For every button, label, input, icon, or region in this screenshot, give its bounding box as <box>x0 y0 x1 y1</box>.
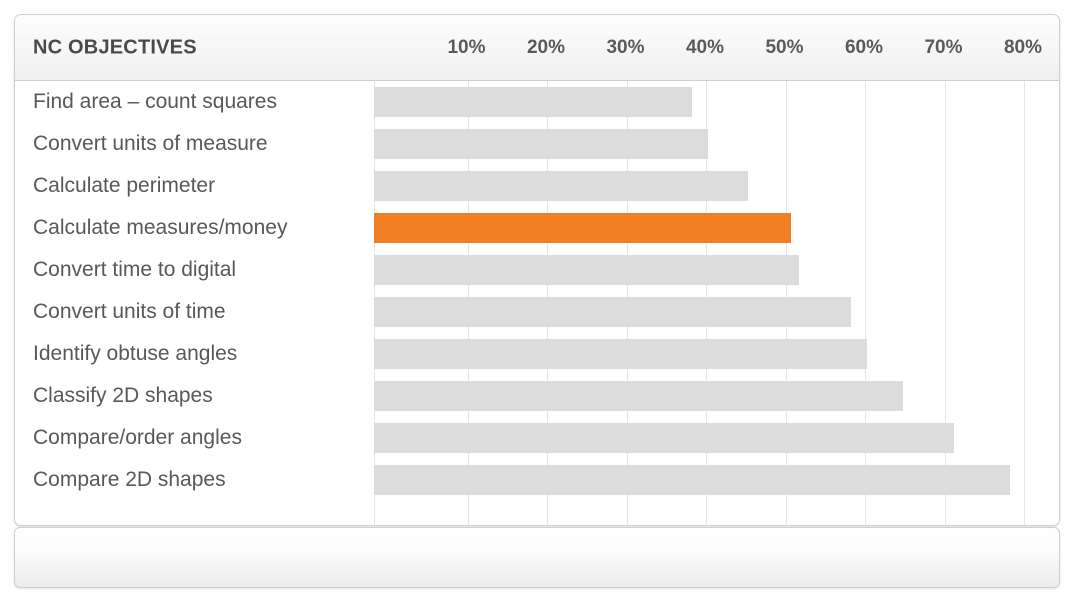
axis-tick-40: 40% <box>686 37 724 59</box>
bar[interactable] <box>374 297 851 327</box>
bar-category-label: Compare/order angles <box>33 426 242 450</box>
chart-row[interactable]: Convert units of time <box>15 291 1059 333</box>
axis-tick-60: 60% <box>845 37 883 59</box>
bar[interactable] <box>374 423 954 453</box>
axis-tick-20: 20% <box>527 37 565 59</box>
bar[interactable] <box>374 129 708 159</box>
axis-tick-80: 80% <box>1004 37 1042 59</box>
bar-category-label: Calculate measures/money <box>33 216 287 240</box>
bar-category-label: Convert units of time <box>33 300 226 324</box>
axis-tick-labels: 10% 20% 30% 40% 50% 60% 70% 80% <box>374 15 1059 80</box>
chart-header: NC OBJECTIVES 10% 20% 30% 40% 50% 60% 70% 80% <box>15 15 1059 81</box>
chart-row[interactable]: Find area – count squares <box>15 81 1059 123</box>
chart-row[interactable]: Convert units of measure <box>15 123 1059 165</box>
bar-rows: Find area – count squares Convert units o… <box>15 81 1059 525</box>
page-title: NC OBJECTIVES <box>33 36 197 59</box>
screen-root: NC OBJECTIVES 10% 20% 30% 40% 50% 60% 70% 80% F… <box>0 0 1076 604</box>
bar-highlighted[interactable] <box>374 213 791 243</box>
axis-tick-30: 30% <box>606 37 644 59</box>
bar-category-label: Find area – count squares <box>33 90 277 114</box>
chart-row[interactable]: Identify obtuse angles <box>15 333 1059 375</box>
bar-category-label: Classify 2D shapes <box>33 384 213 408</box>
bar-category-label: Calculate perimeter <box>33 174 215 198</box>
bar-category-label: Compare 2D shapes <box>33 468 226 492</box>
footer-panel <box>14 527 1060 588</box>
bar[interactable] <box>374 381 903 411</box>
chart-row[interactable]: Convert time to digital <box>15 249 1059 291</box>
chart-row[interactable]: Compare 2D shapes <box>15 459 1059 501</box>
axis-tick-10: 10% <box>447 37 485 59</box>
bar[interactable] <box>374 339 867 369</box>
axis-tick-70: 70% <box>924 37 962 59</box>
bar[interactable] <box>374 171 748 201</box>
bar[interactable] <box>374 465 1010 495</box>
chart-body: Find area – count squares Convert units o… <box>15 81 1059 525</box>
chart-row[interactable]: Calculate measures/money <box>15 207 1059 249</box>
bar[interactable] <box>374 255 799 285</box>
bar[interactable] <box>374 87 692 117</box>
chart-row[interactable]: Classify 2D shapes <box>15 375 1059 417</box>
chart-row[interactable]: Calculate perimeter <box>15 165 1059 207</box>
bar-category-label: Convert units of measure <box>33 132 268 156</box>
bar-category-label: Convert time to digital <box>33 258 236 282</box>
chart-row[interactable]: Compare/order angles <box>15 417 1059 459</box>
bar-category-label: Identify obtuse angles <box>33 342 237 366</box>
axis-tick-50: 50% <box>765 37 803 59</box>
objectives-chart-card: NC OBJECTIVES 10% 20% 30% 40% 50% 60% 70% 80% F… <box>14 14 1060 526</box>
